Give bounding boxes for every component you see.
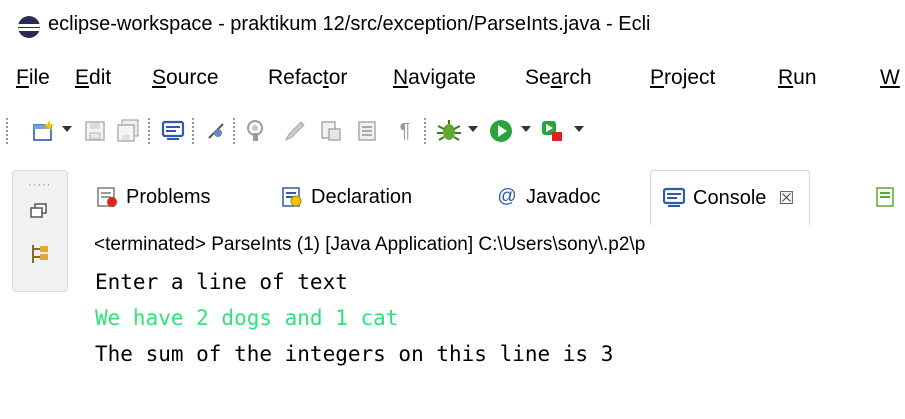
menu-window[interactable]: W <box>880 66 900 90</box>
menu-file[interactable]: File <box>16 66 50 90</box>
declaration-icon <box>281 186 303 208</box>
menu-bar: File Edit Source Refactor Navigate Searc… <box>0 60 905 98</box>
outline-icon[interactable] <box>30 243 50 270</box>
save-icon[interactable] <box>82 118 108 144</box>
format-icon[interactable] <box>354 118 380 144</box>
window-title-bar: eclipse-workspace - praktikum 12/src/exc… <box>0 0 905 52</box>
toolbar-separator <box>6 118 8 144</box>
debug-dropdown[interactable] <box>468 126 478 132</box>
drag-handle[interactable]: ····· <box>28 179 51 191</box>
tab-problems-label: Problems <box>126 185 211 208</box>
window-title: eclipse-workspace - praktikum 12/src/exc… <box>48 13 651 35</box>
menu-source[interactable]: Source <box>152 66 219 90</box>
toolbar-separator <box>192 118 194 144</box>
menu-run[interactable]: Run <box>778 66 817 90</box>
menu-navigate[interactable]: Navigate <box>393 66 476 90</box>
toolbar-separator <box>148 118 150 144</box>
toolbar-separator <box>233 118 235 144</box>
toolbar-separator <box>424 118 426 144</box>
tab-javadoc[interactable]: @ Javadoc <box>496 170 601 224</box>
menu-project[interactable]: Project <box>650 66 715 90</box>
save-all-icon[interactable] <box>115 118 141 144</box>
close-icon[interactable]: ☒ <box>778 188 794 209</box>
console-status-line: <terminated> ParseInts (1) [Java Applica… <box>94 234 646 255</box>
console-line-result: The sum of the integers on this line is … <box>95 342 614 366</box>
console-line-prompt: Enter a line of text <box>95 270 348 294</box>
console-icon <box>663 187 685 209</box>
tab-console[interactable]: Console ☒ <box>650 170 810 225</box>
console-output[interactable]: Enter a line of text We have 2 dogs and … <box>90 264 905 419</box>
skip-breakpoints-icon[interactable] <box>203 118 229 144</box>
new-icon[interactable] <box>30 118 56 144</box>
eclipse-icon <box>18 16 40 38</box>
console-view-icon[interactable] <box>160 118 186 144</box>
edit-icon[interactable] <box>282 118 308 144</box>
console-line-user-input: We have 2 dogs and 1 cat <box>95 306 399 330</box>
debug-icon[interactable] <box>436 118 462 144</box>
menu-search[interactable]: Search <box>525 66 592 90</box>
coverage-icon[interactable] <box>540 118 566 144</box>
minimized-view-stack: ····· <box>12 170 68 292</box>
tab-problems[interactable]: Problems <box>96 170 210 224</box>
new-dropdown[interactable] <box>62 126 72 132</box>
external-icon[interactable] <box>318 118 344 144</box>
menu-edit[interactable]: Edit <box>75 66 111 90</box>
overflow-view-icon <box>875 186 897 208</box>
show-whitespace-icon[interactable]: ¶ <box>392 118 418 144</box>
coverage-dropdown[interactable] <box>574 126 584 132</box>
menu-refactor[interactable]: Refactor <box>268 66 347 90</box>
toggle-breakpoint-icon[interactable] <box>244 118 270 144</box>
tab-console-label: Console <box>693 186 767 209</box>
run-dropdown[interactable] <box>521 126 531 132</box>
restore-icon[interactable] <box>30 203 48 224</box>
tab-javadoc-label: Javadoc <box>526 185 601 208</box>
run-icon[interactable] <box>488 118 514 144</box>
tab-declaration-label: Declaration <box>311 185 413 208</box>
problems-icon <box>96 186 118 208</box>
view-tab-bar: Problems Declaration @ Javadoc Console ☒ <box>90 170 905 226</box>
tab-declaration[interactable]: Declaration <box>281 170 412 224</box>
at-icon: @ <box>497 186 517 207</box>
main-toolbar: ¶ <box>0 108 905 152</box>
tab-overflow[interactable] <box>875 170 905 224</box>
